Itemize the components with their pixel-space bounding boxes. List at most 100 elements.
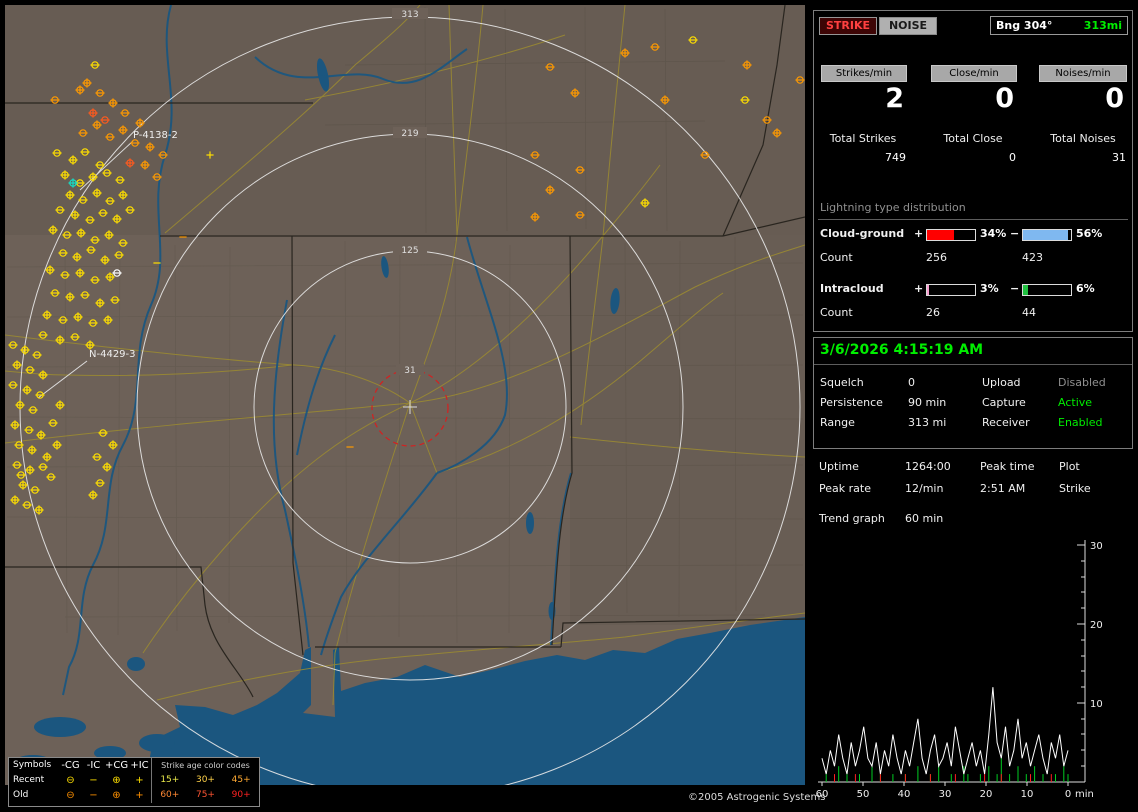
cg-plus-fill <box>927 230 954 240</box>
legend-col-pcg: +CG <box>105 758 128 773</box>
x-tick-60: 60 <box>816 789 829 800</box>
noise-mode-button[interactable]: NOISE <box>879 17 937 35</box>
cg-minus-fill <box>1023 230 1068 240</box>
legend-age-row-recent: 15+ 30+ 45+ <box>151 773 259 788</box>
x-tick-40: 40 <box>898 789 911 800</box>
map[interactable]: 313 219 125 31 P-4138-2 N-4429-3 <box>5 5 805 785</box>
ic-minus-fill <box>1023 285 1028 295</box>
close-per-min-value: 0 <box>926 83 1014 114</box>
peak-time-value: 2:51 AM <box>980 482 1025 495</box>
total-close-label: Total Close <box>926 132 1020 145</box>
close-per-min-button[interactable]: Close/min <box>931 65 1017 82</box>
total-noises-value: 31 <box>1036 151 1126 164</box>
age-code: 30+ <box>196 773 215 788</box>
trend-axis-labels: 30 20 10 60 50 40 30 20 10 0 min <box>816 541 1103 800</box>
squelch-label: Squelch <box>820 376 864 389</box>
circle-minus-icon: ⊖ <box>59 788 82 803</box>
trend-axes <box>818 540 1085 786</box>
cg-minus-count: 423 <box>1022 251 1043 264</box>
plus-icon: + <box>128 788 151 803</box>
map-legend: Symbols -CG -IC +CG +IC Strike age color… <box>8 757 260 807</box>
legend-recent-label: Recent <box>9 773 59 788</box>
strike-mode-button[interactable]: STRIKE <box>819 17 877 35</box>
copyright: ©2005 Astrogenic Systems <box>688 792 825 803</box>
age-code: 60+ <box>160 788 179 803</box>
capture-label: Capture <box>982 396 1026 409</box>
circle-plus-icon: ⊕ <box>105 773 128 788</box>
legend-age-title: Strike age color codes <box>151 758 259 773</box>
legend-old-label: Old <box>9 788 59 803</box>
x-tick-10: 10 <box>1021 789 1034 800</box>
ic-plus-fill <box>927 285 929 295</box>
plus-icon: + <box>128 773 151 788</box>
ic-minus-count: 44 <box>1022 306 1036 319</box>
range-value: 313mi <box>1084 17 1122 34</box>
ring-label-219: 219 <box>401 129 418 139</box>
total-noises-label: Total Noises <box>1036 132 1130 145</box>
range-setting-value: 313 mi <box>908 416 946 429</box>
cloud-ground-label: Cloud-ground <box>820 227 904 240</box>
receiver-label: Receiver <box>982 416 1030 429</box>
bearing-range-readout: Bng 304° 313mi <box>990 16 1128 35</box>
peak-rate-value: 12/min <box>905 482 943 495</box>
capture-value: Active <box>1058 396 1092 409</box>
ic-minus-sign: − <box>1010 282 1019 295</box>
y-tick-20: 20 <box>1090 620 1103 631</box>
status-panel: 3/6/2026 4:15:19 AM Squelch 0 Upload Dis… <box>813 337 1133 449</box>
x-unit: min <box>1075 789 1094 800</box>
noises-per-min-value: 0 <box>1036 83 1124 114</box>
minus-icon: − <box>82 773 105 788</box>
divider <box>818 219 1128 220</box>
cg-plus-bar <box>926 229 976 241</box>
persistence-value: 90 min <box>908 396 946 409</box>
datetime: 3/6/2026 4:15:19 AM <box>820 342 983 358</box>
age-code: 45+ <box>232 773 251 788</box>
ring-label-313: 313 <box>401 10 418 20</box>
ic-plus-count: 26 <box>926 306 940 319</box>
cg-minus-bar <box>1022 229 1072 241</box>
ic-minus-pct: 6% <box>1076 282 1095 295</box>
noises-per-min-button[interactable]: Noises/min <box>1039 65 1127 82</box>
legend-col-ncg: -CG <box>59 758 82 773</box>
cell-label: P-4138-2 <box>133 130 178 141</box>
x-tick-20: 20 <box>980 789 993 800</box>
total-strikes-label: Total Strikes <box>816 132 910 145</box>
strikes-per-min-button[interactable]: Strikes/min <box>821 65 907 82</box>
legend-col-nic: -IC <box>82 758 105 773</box>
x-tick-30: 30 <box>939 789 952 800</box>
age-code: 15+ <box>160 773 179 788</box>
x-tick-0: 0 <box>1065 789 1071 800</box>
legend-old-row: Old ⊖ − ⊕ + 60+ 75+ 90+ <box>9 788 259 803</box>
stats-section: Uptime 1264:00 Peak time Plot Peak rate … <box>813 455 1131 530</box>
cell-label: N-4429-3 <box>89 349 136 360</box>
ic-minus-bar <box>1022 284 1072 296</box>
squelch-value: 0 <box>908 376 915 389</box>
circle-minus-icon: ⊖ <box>59 773 82 788</box>
circle-plus-icon: ⊕ <box>105 788 128 803</box>
plot-value: Strike <box>1059 482 1091 495</box>
uptime-value: 1264:00 <box>905 460 951 473</box>
minus-icon: − <box>82 788 105 803</box>
trend-graph-value: 60 min <box>905 512 943 525</box>
legend-age-row-old: 60+ 75+ 90+ <box>151 788 259 803</box>
trend-graph: 30 20 10 60 50 40 30 20 10 0 min <box>813 532 1135 807</box>
age-code: 90+ <box>232 788 251 803</box>
ic-count-label: Count <box>820 306 853 319</box>
upload-label: Upload <box>982 376 1021 389</box>
divider <box>814 364 1132 365</box>
legend-symbols-header: Symbols <box>9 758 59 773</box>
intracloud-label: Intracloud <box>820 282 884 295</box>
bearing-value: Bng 304° <box>996 17 1052 34</box>
total-strikes-value: 749 <box>816 151 906 164</box>
ring-label-125: 125 <box>401 246 418 256</box>
legend-col-pic: +IC <box>128 758 151 773</box>
y-tick-30: 30 <box>1090 541 1103 552</box>
persistence-label: Persistence <box>820 396 883 409</box>
y-tick-10: 10 <box>1090 699 1103 710</box>
map-container: 313 219 125 31 P-4138-2 N-4429-3 <box>5 5 805 785</box>
strikes-per-min-value: 2 <box>816 83 904 114</box>
total-close-value: 0 <box>926 151 1016 164</box>
trend-graph-label: Trend graph <box>819 512 885 525</box>
ring-label-31: 31 <box>404 366 415 376</box>
peak-time-label: Peak time <box>980 460 1034 473</box>
